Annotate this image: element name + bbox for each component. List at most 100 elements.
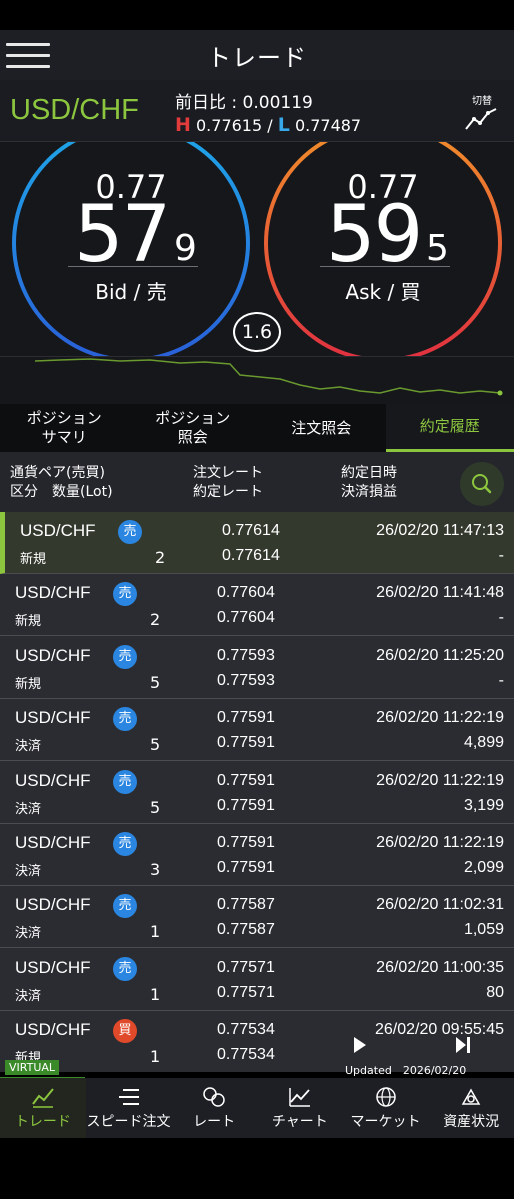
currency-pair-bar: USD/CHF 前日比 : 0.00119 H 0.77615 / L 0.77… — [0, 80, 514, 142]
row-pl: 3,199 — [463, 796, 504, 814]
tab-execution-history[interactable]: 約定履歴 — [385, 404, 514, 452]
search-icon — [472, 474, 492, 494]
table-row[interactable]: USD/CHF 売決済 1 0.77571 0.77571 26/02/20 11:00:… — [0, 949, 514, 1011]
row-fill-rate: 0.77614 — [222, 547, 280, 564]
row-quantity: 1 — [150, 922, 161, 942]
col-fill-rate: 約定レート — [193, 484, 263, 500]
col-kind-qty: 区分 数量(Lot) — [10, 484, 113, 500]
table-row[interactable]: USD/CHF 売決済 3 0.77591 0.77591 26/02/20 11:22:… — [0, 824, 514, 886]
bottom-navigation: トレード スピード注文 レート チャート マーケット 資産状況 — [0, 1078, 514, 1138]
nav-trade[interactable]: トレード — [0, 1078, 86, 1138]
sparkline-chart — [34, 358, 503, 396]
tab-position-summary[interactable]: ポジション サマリ — [0, 404, 129, 452]
previous-day-change: 前日比 : 0.00119 — [175, 93, 313, 113]
page-title: トレード — [207, 44, 307, 72]
row-quantity: 2 — [155, 548, 166, 567]
nav-label: スピード注文 — [86, 1114, 171, 1130]
column-header: 通貨ペア(売買) 区分 数量(Lot) 注文レート 約定レート 約定日時 決済損… — [0, 452, 514, 512]
table-row[interactable]: USD/CHF 売新規 5 0.77593 0.77593 26/02/20 11:25:… — [0, 637, 514, 699]
skip-next-icon[interactable] — [455, 1036, 471, 1054]
status-bar: VIRTUAL Updated 2026/02/20 12:04:19 — [0, 1037, 514, 1091]
row-order-rate: 0.77571 — [217, 958, 275, 976]
table-row[interactable]: USD/CHF 売決済 5 0.77591 0.77591 26/02/20 11:22:… — [0, 762, 514, 824]
row-pl: 4,899 — [463, 734, 504, 752]
row-pair: USD/CHF — [15, 957, 91, 977]
row-pair: USD/CHF — [20, 521, 96, 540]
row-quantity: 1 — [150, 984, 161, 1004]
row-datetime: 26/02/20 09:55:45 — [374, 1021, 504, 1039]
assets-icon — [461, 1088, 481, 1105]
tab-label: 注文照会 — [291, 418, 352, 437]
search-button[interactable] — [460, 462, 504, 506]
col-pair-side: 通貨ペア(売買) — [10, 465, 105, 481]
nav-speed-order[interactable]: スピード注文 — [86, 1078, 172, 1138]
sell-badge: 売 — [113, 832, 137, 856]
switch-button[interactable]: 切替 — [462, 92, 502, 132]
sell-badge: 売 — [118, 520, 142, 544]
bid-rate-button[interactable]: 0.77 57 9 Bid / 売 — [12, 142, 250, 356]
sell-badge: 売 — [113, 644, 137, 669]
row-quantity: 5 — [150, 797, 161, 817]
table-row[interactable]: USD/CHF 売新規 2 0.77614 0.77614 26/02/20 11:47:… — [0, 512, 514, 574]
col-settlement-pl: 決済損益 — [341, 484, 397, 500]
row-order-rate: 0.77591 — [217, 709, 275, 727]
table-row[interactable]: USD/CHF 売決済 5 0.77591 0.77591 26/02/20 11:22:… — [0, 699, 514, 762]
nav-label: チャート — [271, 1114, 328, 1130]
row-order-rate: 0.77593 — [217, 646, 275, 664]
tab-bar: ポジション サマリ ポジション 照会 注文照会 約定履歴 — [0, 404, 514, 452]
row-quantity: 3 — [150, 860, 161, 879]
nav-chart[interactable]: チャート — [257, 1078, 343, 1138]
row-pair: USD/CHF — [15, 895, 91, 915]
row-fill-rate: 0.77591 — [217, 734, 275, 752]
row-fill-rate: 0.77571 — [217, 983, 275, 1001]
tab-label: サマリ — [41, 428, 87, 446]
app-header: トレード — [0, 30, 514, 80]
row-order-rate: 0.77614 — [222, 522, 280, 539]
tab-label: 照会 — [177, 428, 208, 446]
row-fill-rate: 0.77591 — [217, 796, 275, 814]
row-pair: USD/CHF — [15, 1020, 91, 1040]
sell-badge: 売 — [113, 769, 137, 794]
bid-divider — [68, 266, 198, 267]
table-row[interactable]: USD/CHF 売新規 2 0.77604 0.77604 26/02/20 11:41:… — [0, 574, 514, 637]
nav-label: トレード — [14, 1114, 71, 1130]
play-icon[interactable] — [352, 1036, 368, 1054]
chart-icon — [289, 1088, 310, 1107]
nav-market[interactable]: マーケット — [343, 1078, 429, 1138]
table-row[interactable]: USD/CHF 売決済 1 0.77587 0.77587 26/02/20 11:02:… — [0, 886, 514, 949]
nav-label: マーケット — [350, 1114, 421, 1130]
rate-icon — [203, 1087, 225, 1107]
row-quantity: 5 — [150, 672, 161, 692]
tab-order-inquiry[interactable]: 注文照会 — [257, 404, 386, 452]
row-datetime: 26/02/20 11:22:19 — [376, 771, 504, 789]
row-pl: - — [498, 609, 504, 627]
nav-label: 資産状況 — [443, 1114, 500, 1130]
sell-badge: 売 — [113, 956, 137, 981]
row-quantity: 5 — [150, 735, 161, 755]
ask-label: Ask / 買 — [345, 280, 421, 304]
row-quantity: 2 — [150, 610, 161, 630]
col-order-rate: 注文レート — [193, 465, 263, 481]
ask-rate-pip: 5 — [426, 228, 449, 269]
high-value: 0.77615 / — [196, 116, 273, 135]
row-order-rate: 0.77534 — [217, 1021, 275, 1039]
rate-sparkline — [0, 356, 514, 404]
row-kind: 決済 — [15, 926, 42, 942]
system-status-bar — [0, 0, 514, 30]
nav-rate[interactable]: レート — [171, 1078, 257, 1138]
row-datetime: 26/02/20 11:25:20 — [376, 646, 504, 664]
tab-label: ポジション — [26, 409, 102, 428]
row-pair: USD/CHF — [15, 583, 91, 603]
row-pl: 2,099 — [463, 859, 504, 876]
row-order-rate: 0.77587 — [217, 896, 275, 914]
row-fill-rate: 0.77587 — [217, 921, 275, 939]
tab-position-inquiry[interactable]: ポジション 照会 — [129, 404, 258, 452]
ask-rate-button[interactable]: 0.77 59 5 Ask / 買 — [264, 142, 502, 356]
row-kind: 決済 — [15, 739, 42, 755]
high-label: H — [175, 114, 191, 136]
switch-label: 切替 — [472, 96, 492, 107]
nav-assets[interactable]: 資産状況 — [428, 1078, 514, 1138]
row-kind: 新規 — [20, 552, 47, 567]
row-pl: - — [498, 547, 504, 564]
rate-panel: 0.77 57 9 Bid / 売 0.77 59 5 Ask / 買 1.6 — [0, 142, 514, 356]
